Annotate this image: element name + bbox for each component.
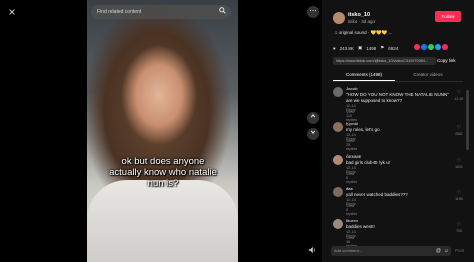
comment-username[interactable]: lauren bbox=[346, 218, 358, 223]
comment-text: bad girls club👄 lyk ur bbox=[346, 160, 391, 165]
comment-avatar[interactable] bbox=[333, 219, 343, 229]
comment-username[interactable]: GENNIE bbox=[346, 154, 361, 159]
author-avatar[interactable] bbox=[333, 12, 345, 24]
search-placeholder: Find related content bbox=[97, 9, 142, 15]
bookmark-icon[interactable]: ⚑ bbox=[380, 45, 384, 51]
more-share-icon[interactable] bbox=[442, 44, 448, 50]
comment-avatar[interactable] bbox=[333, 187, 343, 197]
comment-avatar[interactable] bbox=[333, 122, 343, 132]
search-icon[interactable] bbox=[219, 7, 226, 18]
saves-count: 6924 bbox=[388, 45, 399, 51]
comment-text: baddies west!! bbox=[346, 224, 375, 229]
search-bar[interactable]: Find related content bbox=[91, 5, 231, 19]
copy-link-button[interactable]: Copy link bbox=[437, 57, 456, 65]
comments-count: 1498 bbox=[366, 45, 377, 51]
twitter-share-icon[interactable] bbox=[435, 44, 441, 50]
comment-like-count: 700 bbox=[456, 229, 462, 233]
comment-text: "HOW DO YOU NOT KNOW THE NATALIE NUNN" a… bbox=[346, 92, 449, 103]
video-caption: ok but does anyone actually know who nat… bbox=[109, 156, 217, 189]
heart-icon[interactable]: ♡ bbox=[454, 158, 464, 164]
comment-text: my rules, let's go bbox=[346, 127, 380, 132]
comment-like-count: 12.1K bbox=[454, 97, 464, 101]
heart-icon[interactable]: ♡ bbox=[454, 90, 464, 96]
volume-icon[interactable] bbox=[308, 246, 316, 256]
emoji-icon[interactable]: ☺ bbox=[444, 246, 449, 256]
engagement-stats: ♥ 243.8K ▣ 1498 ⚑ 6924 bbox=[333, 45, 398, 51]
share-buttons bbox=[414, 44, 448, 50]
tab-creator-videos[interactable]: Creator videos bbox=[397, 70, 459, 80]
whatsapp-share-icon[interactable] bbox=[428, 44, 434, 50]
video-frame[interactable] bbox=[87, 0, 238, 262]
comment-input-placeholder: Add comment... bbox=[334, 248, 363, 253]
comment-avatar[interactable] bbox=[333, 87, 343, 97]
comment-avatar[interactable] bbox=[333, 155, 343, 165]
heart-icon[interactable]: ♡ bbox=[454, 222, 464, 228]
sound-label[interactable]: ♫ original sound · 💛💛💛 ... bbox=[334, 30, 392, 36]
heart-icon[interactable]: ♡ bbox=[454, 125, 464, 131]
likes-count: 243.8K bbox=[339, 45, 354, 51]
mention-icon[interactable]: @ bbox=[436, 246, 441, 256]
comment-like-count: 1021 bbox=[455, 165, 463, 169]
comment-username[interactable]: Kymbi bbox=[346, 121, 358, 126]
author-username[interactable]: itsko_10 bbox=[348, 12, 370, 18]
heart-icon[interactable]: ♥ bbox=[333, 46, 336, 51]
video-url-field[interactable]: https://www.tiktok.com/@itsko_10/video/7… bbox=[333, 57, 436, 65]
comment-like-count: 1190 bbox=[455, 197, 463, 201]
facebook-share-icon[interactable] bbox=[421, 44, 427, 50]
comment-input[interactable]: Add comment... @ ☺ bbox=[331, 246, 451, 256]
heart-icon[interactable]: ♡ bbox=[454, 190, 464, 196]
comment-username[interactable]: aaa bbox=[346, 186, 353, 191]
previous-video-icon[interactable] bbox=[307, 112, 319, 124]
comment-like-count: 2561 bbox=[455, 132, 463, 136]
comment-text: yall never watched baddies??? bbox=[346, 192, 408, 197]
video-subject-shirt bbox=[87, 180, 238, 262]
tab-divider bbox=[333, 81, 463, 82]
next-video-icon[interactable] bbox=[307, 128, 319, 140]
comment-icon[interactable]: ▣ bbox=[358, 45, 362, 51]
author-meta: itsko · 3d ago bbox=[348, 19, 376, 24]
comment-username[interactable]: Jacob bbox=[346, 86, 358, 91]
more-options-icon[interactable]: ⋯ bbox=[307, 6, 319, 18]
follow-button[interactable]: Follow bbox=[435, 11, 461, 22]
post-button[interactable]: Post bbox=[455, 246, 464, 256]
embed-share-icon[interactable] bbox=[414, 44, 420, 50]
close-icon[interactable]: × bbox=[5, 5, 19, 19]
comments-scrollbar[interactable] bbox=[466, 90, 469, 150]
tab-comments[interactable]: Comments (1498) bbox=[333, 70, 395, 80]
